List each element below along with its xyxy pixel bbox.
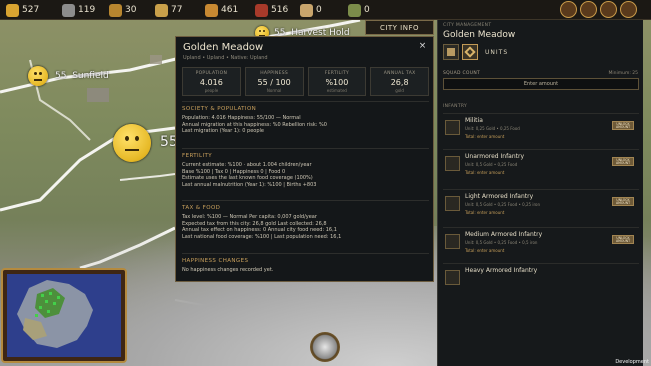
amount-input[interactable]: Enter amount [443, 78, 639, 90]
tab-label: UNITS [485, 48, 509, 56]
menu-icon[interactable] [620, 1, 637, 18]
section-fertility: FERTILITY Current estimate: %100 · about… [182, 148, 429, 188]
section-title: HAPPINESS CHANGES [182, 258, 249, 264]
infantry-icon [445, 156, 460, 171]
wine-icon [255, 3, 268, 17]
unit-row-medium-armored-infantry: Medium Armored Infantry Unit: 0,5 Gold •… [443, 227, 639, 260]
close-icon[interactable]: × [417, 41, 428, 52]
city-management-panel: CITY MANAGEMENT Golden Meadow UNITS SQUA… [437, 20, 643, 366]
squad-minimum: Minimum: 25 [608, 71, 638, 76]
unlock-amount-button[interactable]: UNLOCK AMOUNT [612, 197, 634, 206]
unit-row-militia: Militia Unit: 0,25 Gold • 0,25 Food Tota… [443, 113, 639, 146]
unlock-amount-button[interactable]: UNLOCK AMOUNT [612, 235, 634, 244]
food-crate-icon [109, 3, 122, 17]
infantry-icon [445, 234, 460, 249]
resource-maps[interactable]: 0 [348, 3, 370, 17]
management-tabs: UNITS [443, 44, 508, 60]
squad-count-label: SQUAD COUNT [443, 71, 481, 76]
panel-heading: CITY MANAGEMENT [443, 23, 492, 28]
diplomacy-icon[interactable] [560, 1, 577, 18]
iron-ingot-icon [62, 3, 75, 17]
section-title: SOCIETY & POPULATION [182, 106, 257, 112]
stat-population: POPULATION 4.016 people [182, 67, 241, 96]
unlock-amount-button[interactable]: UNLOCK AMOUNT [612, 121, 634, 130]
unlock-amount-button[interactable]: UNLOCK AMOUNT [612, 157, 634, 166]
resource-lumber[interactable]: 77 [155, 3, 182, 17]
stat-annual-tax: ANNUAL TAX 26,8 gold [370, 67, 429, 96]
unit-row-heavy-armored-infantry: Heavy Armored Infantry [443, 263, 639, 296]
resource-bar: 527 119 30 77 461 516 0 0 [0, 0, 651, 20]
infantry-label: INFANTRY [443, 104, 468, 109]
compass-icon[interactable] [310, 332, 340, 362]
resource-gold[interactable]: 527 [6, 3, 39, 17]
city-info-panel: Golden Meadow Upland • Upland • Native: … [175, 36, 434, 282]
gold-coins-icon [6, 3, 19, 17]
panel-subtitle: Upland • Upland • Native: Upland [183, 55, 268, 61]
treasury-icon[interactable] [580, 1, 597, 18]
trade-icon[interactable] [600, 1, 617, 18]
militia-icon [445, 120, 460, 135]
happiness-face-icon[interactable] [28, 66, 48, 86]
minimap-land [17, 280, 93, 348]
panel-header: Golden Meadow Upland • Upland • Native: … [176, 37, 433, 65]
infantry-icon [445, 270, 460, 285]
city-label-sunfield[interactable]: 55 Sunfield [55, 71, 109, 81]
resource-wine[interactable]: 516 [255, 3, 288, 17]
section-society-population: SOCIETY & POPULATION Population: 4.016 H… [182, 101, 429, 135]
tab-buildings[interactable] [443, 44, 459, 60]
castle-icon [447, 48, 455, 56]
stat-happiness: HAPPINESS 55 / 100 Normal [244, 67, 304, 96]
stat-cards: POPULATION 4.016 people HAPPINESS 55 / 1… [182, 67, 429, 96]
infantry-icon [445, 196, 460, 211]
horse-icon [300, 3, 313, 17]
map-scroll-icon [348, 3, 361, 17]
lumber-icon [155, 3, 168, 17]
unit-row-light-armored-infantry: Light Armored Infantry Unit: 0,5 Gold • … [443, 189, 639, 222]
city-info-button[interactable]: CITY INFO [365, 20, 434, 35]
minimap[interactable] [1, 268, 127, 363]
resource-iron[interactable]: 119 [62, 3, 95, 17]
unit-row-unarmored-infantry: Unarmored Infantry Unit: 0,5 Gold • 0,25… [443, 149, 639, 182]
section-happiness-changes: HAPPINESS CHANGES No happiness changes r… [182, 253, 429, 274]
section-tax-food: TAX & FOOD Tax level: %100 — Normal Per … [182, 200, 429, 240]
resource-food[interactable]: 30 [109, 3, 136, 17]
city-name: Golden Meadow [443, 30, 516, 40]
tab-units[interactable] [462, 44, 478, 60]
resource-bread[interactable]: 461 [205, 3, 238, 17]
happiness-face-icon[interactable] [113, 124, 151, 162]
crossed-swords-icon [464, 46, 476, 58]
minimap-sea [7, 274, 121, 357]
resource-horses[interactable]: 0 [300, 3, 322, 17]
stat-fertility: FERTILITY %100 estimated [307, 67, 367, 96]
section-title: TAX & FOOD [182, 205, 221, 211]
panel-title: Golden Meadow [183, 42, 264, 53]
bread-icon [205, 3, 218, 17]
section-title: FERTILITY [182, 153, 213, 159]
development-label: Development [615, 359, 649, 365]
